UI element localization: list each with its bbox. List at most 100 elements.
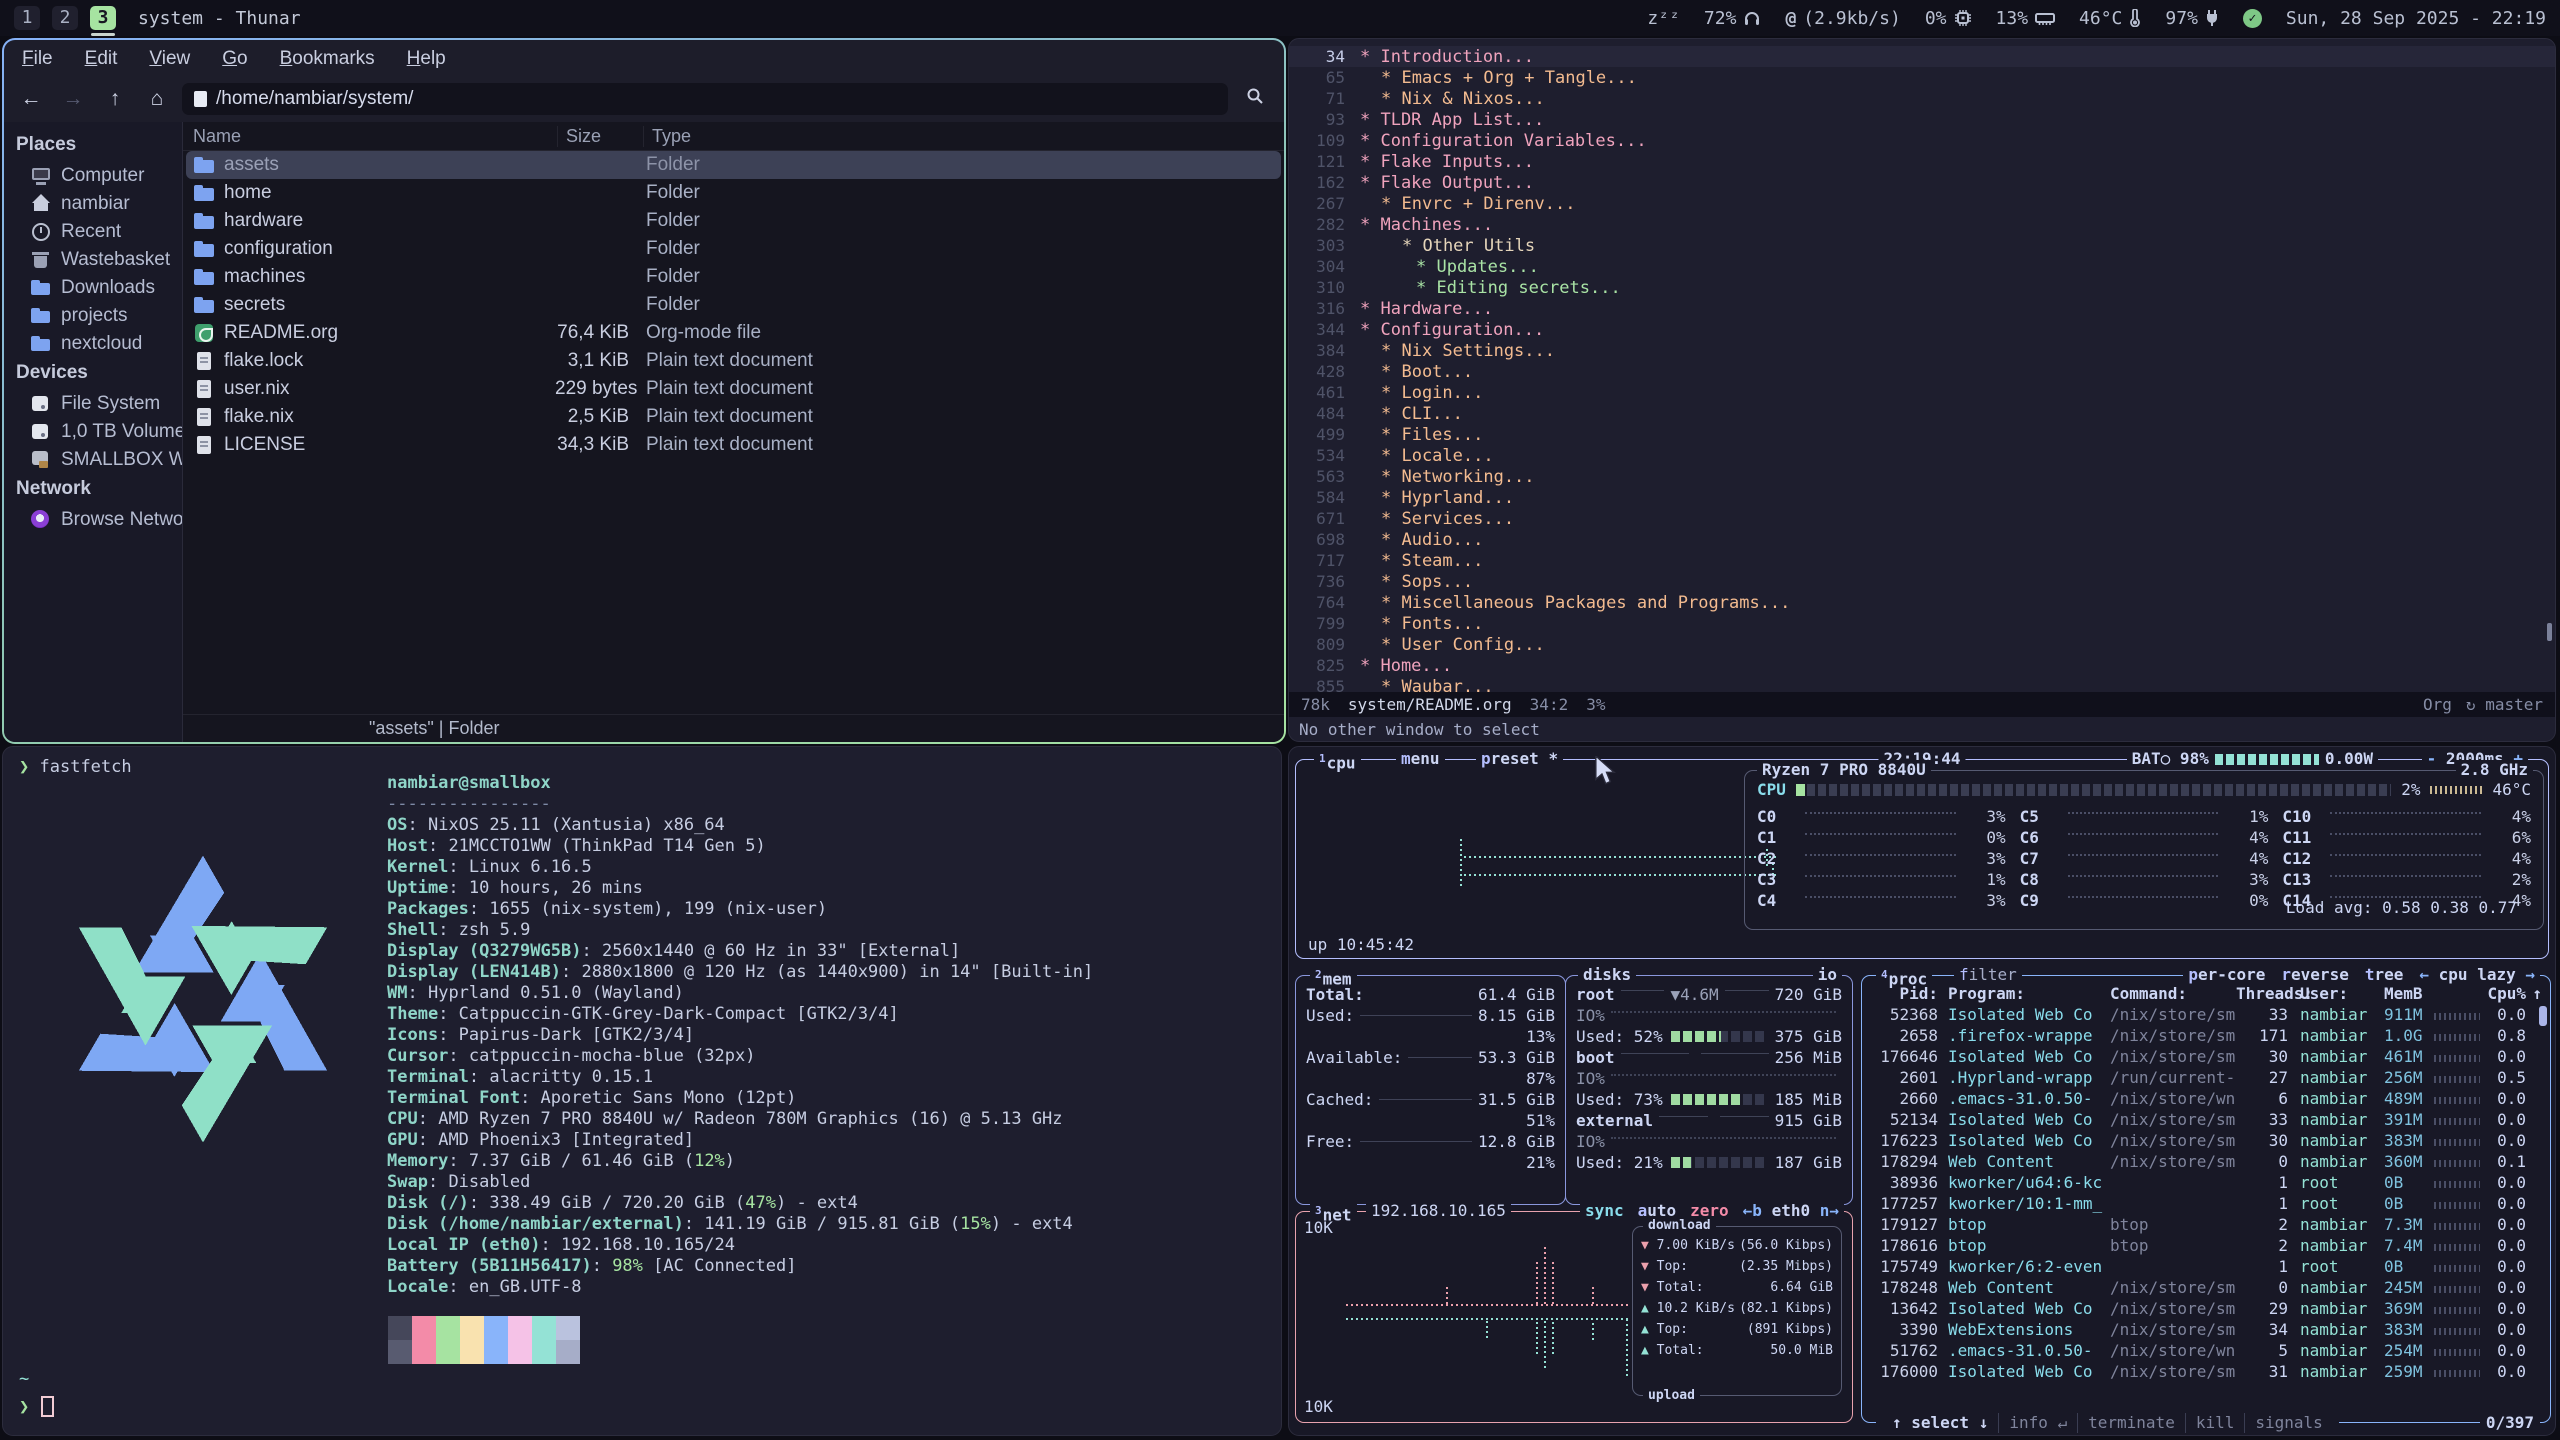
battery-module[interactable]: 97% xyxy=(2165,8,2219,29)
terminal-window[interactable]: ❯ fastfetch nambiar@smallbox -----------… xyxy=(2,746,1282,1436)
active-prompt[interactable]: ❯ xyxy=(19,1396,54,1417)
info-key[interactable]: info ↵ xyxy=(1998,1413,2077,1433)
emacs-window[interactable]: 34 * Introduction... 65 * Emacs + Org + … xyxy=(1288,38,2556,742)
sidebar-place-item[interactable]: Wastebasket xyxy=(4,246,182,274)
file-row[interactable]: LICENSE 34,3 KiB Plain text document xyxy=(186,431,1281,459)
signals-key[interactable]: signals xyxy=(2244,1413,2332,1433)
menu-item[interactable]: Edit xyxy=(85,48,118,70)
top-bar: 1 2 3 system - Thunar zᶻᶻ 72% @ (2.9kb/s… xyxy=(0,0,2560,36)
sidebar-device-item[interactable]: SMALLBOX Wi... xyxy=(4,446,182,474)
menu-item[interactable]: View xyxy=(149,48,190,70)
sidebar-place-item[interactable]: Computer xyxy=(4,162,182,190)
terminate-key[interactable]: terminate xyxy=(2077,1413,2185,1433)
file-row[interactable]: flake.lock 3,1 KiB Plain text document xyxy=(186,347,1281,375)
file-row[interactable]: user.nix 229 bytes Plain text document xyxy=(186,375,1281,403)
workspace-button[interactable]: 3 xyxy=(90,6,116,30)
header-cpu[interactable]: Cpu% xyxy=(2480,984,2526,1003)
path-bar[interactable]: /home/nambiar/system/ xyxy=(182,83,1228,115)
process-row[interactable]: 179127 btop btop 2 nambiar 7.3M 0.0 xyxy=(1872,1214,2542,1235)
header-program[interactable]: Program: xyxy=(1938,984,2110,1003)
process-row[interactable]: 2658 .firefox-wrappe /nix/store/sm8fmrf3… xyxy=(1872,1025,2542,1046)
select-keys[interactable]: ↑ select ↓ xyxy=(1882,1413,1998,1433)
workspace-button[interactable]: 2 xyxy=(52,6,78,30)
menu-item[interactable]: Go xyxy=(222,48,247,70)
process-row[interactable]: 52134 Isolated Web Co /nix/store/sm8fmrf… xyxy=(1872,1109,2542,1130)
menu-item[interactable]: Bookmarks xyxy=(280,48,375,70)
process-row[interactable]: 3390 WebExtensions /nix/store/sm8fmrf3wp… xyxy=(1872,1319,2542,1340)
interval-decrease[interactable]: - xyxy=(2427,749,2437,768)
process-row[interactable]: 2601 .Hyprland-wrapp /run/current-system… xyxy=(1872,1067,2542,1088)
process-row[interactable]: 176223 Isolated Web Co /nix/store/sm8fmr… xyxy=(1872,1130,2542,1151)
sidebar-place-item[interactable]: nextcloud xyxy=(4,330,182,358)
process-row[interactable]: 38936 kworker/u64:6-kc 1 root 0B 0.0 xyxy=(1872,1172,2542,1193)
file-row[interactable]: hardware Folder xyxy=(186,207,1281,235)
file-row[interactable]: configuration Folder xyxy=(186,235,1281,263)
org-heading: * Fonts... xyxy=(1360,614,1483,634)
header-threads[interactable]: Threads: xyxy=(2236,984,2288,1003)
file-name: LICENSE xyxy=(224,434,305,456)
column-name[interactable]: Name xyxy=(183,126,558,147)
volume-module[interactable]: 72% xyxy=(1704,8,1762,29)
process-row[interactable]: 178616 btop btop 2 nambiar 7.4M 0.0 xyxy=(1872,1235,2542,1256)
io-toggle[interactable]: io xyxy=(1813,965,1842,985)
header-mem[interactable]: MemB xyxy=(2376,984,2434,1003)
header-pid[interactable]: Pid: xyxy=(1872,984,1938,1003)
net-sync-toggle[interactable]: sync xyxy=(1585,1201,1624,1220)
tab-cpu[interactable]: 1cpu xyxy=(1314,749,1361,773)
network-module[interactable]: @ (2.9kb/s) xyxy=(1785,8,1900,29)
sidebar-place-item[interactable]: Downloads xyxy=(4,274,182,302)
workspace-button[interactable]: 1 xyxy=(14,6,40,30)
process-row[interactable]: 2660 .emacs-31.0.50- /nix/store/wnqz5pa8… xyxy=(1872,1088,2542,1109)
process-row[interactable]: 13642 Isolated Web Co /nix/store/sm8fmrf… xyxy=(1872,1298,2542,1319)
process-row[interactable]: 178248 Web Content /nix/store/sm8fmrf3wp… xyxy=(1872,1277,2542,1298)
process-row[interactable]: 177257 kworker/10:1-mm_ 1 root 0B 0.0 xyxy=(1872,1193,2542,1214)
network-item-icon xyxy=(30,510,52,530)
column-type[interactable]: Type xyxy=(644,126,1284,147)
header-command[interactable]: Command: xyxy=(2110,984,2236,1003)
back-button[interactable]: ← xyxy=(14,83,48,115)
file-row[interactable]: secrets Folder xyxy=(186,291,1281,319)
menu-item[interactable]: File xyxy=(22,48,53,70)
file-row[interactable]: flake.nix 2,5 KiB Plain text document xyxy=(186,403,1281,431)
place-icon xyxy=(30,222,52,242)
sidebar-place-item[interactable]: nambiar xyxy=(4,190,182,218)
sidebar-network-item[interactable]: Browse Network xyxy=(4,506,182,534)
process-row[interactable]: 175749 kworker/6:2-even 1 root 0B 0.0 xyxy=(1872,1256,2542,1277)
proc-scrollbar[interactable] xyxy=(2539,1006,2547,1026)
process-row[interactable]: 176000 Isolated Web Co /nix/store/sm8fmr… xyxy=(1872,1361,2542,1382)
fastfetch-line: Locale: en_GB.UTF-8 xyxy=(387,1277,1093,1298)
idle-inhibit-module[interactable]: zᶻᶻ xyxy=(1647,8,1680,29)
menu-item[interactable]: Help xyxy=(407,48,446,70)
process-row[interactable]: 51762 .emacs-31.0.50- /nix/store/wnqz5pa… xyxy=(1872,1340,2542,1361)
sidebar-device-item[interactable]: 1,0 TB Volume xyxy=(4,418,182,446)
emacs-scroll-indicator[interactable] xyxy=(2547,623,2552,641)
palette-swatch xyxy=(556,1316,580,1340)
temperature-module[interactable]: 46°C xyxy=(2079,8,2141,29)
sidebar-place-item[interactable]: Recent xyxy=(4,218,182,246)
up-button[interactable]: ↑ xyxy=(98,83,132,115)
forward-button[interactable]: → xyxy=(56,83,90,115)
net-interface-switch[interactable]: ←b eth0 n→ xyxy=(1743,1201,1839,1220)
file-row[interactable]: assets Folder xyxy=(186,151,1281,179)
sidebar-place-item[interactable]: projects xyxy=(4,302,182,330)
file-row[interactable]: home Folder xyxy=(186,179,1281,207)
home-button[interactable]: ⌂ xyxy=(140,83,174,115)
file-row[interactable]: machines Folder xyxy=(186,263,1281,291)
process-row[interactable]: 176646 Isolated Web Co /nix/store/sm8fmr… xyxy=(1872,1046,2542,1067)
search-button[interactable] xyxy=(1236,83,1274,115)
clock-module[interactable]: Sun, 28 Sep 2025 - 22:19 xyxy=(2286,8,2546,29)
mem-mini-graph xyxy=(2434,1181,2480,1188)
kill-key[interactable]: kill xyxy=(2185,1413,2245,1433)
process-row[interactable]: 52368 Isolated Web Co /nix/store/sm8fmrf… xyxy=(1872,1004,2542,1025)
sidebar-device-item[interactable]: File System xyxy=(4,390,182,418)
notification-module[interactable]: ✓ xyxy=(2243,9,2262,28)
menu-button[interactable]: menu xyxy=(1396,749,1445,769)
header-user[interactable]: User: xyxy=(2288,984,2376,1003)
preset-button[interactable]: preset * xyxy=(1476,749,1563,769)
file-row[interactable]: README.org 76,4 KiB Org-mode file xyxy=(186,319,1281,347)
process-row[interactable]: 178294 Web Content /nix/store/sm8fmrf3wp… xyxy=(1872,1151,2542,1172)
core-row: C12 4% xyxy=(2282,848,2531,869)
cpu-module[interactable]: 0% xyxy=(1925,8,1972,29)
memory-module[interactable]: 13% xyxy=(1996,8,2056,29)
column-size[interactable]: Size xyxy=(558,126,644,147)
